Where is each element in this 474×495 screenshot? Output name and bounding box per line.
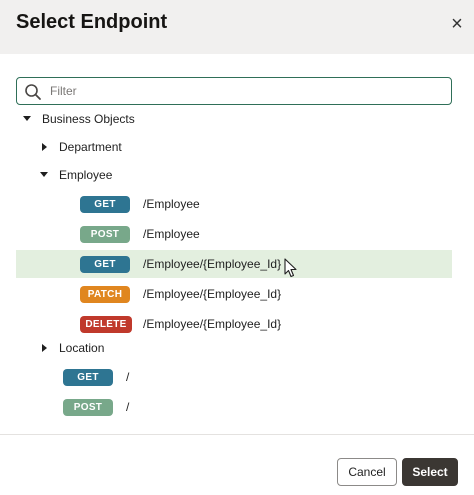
search-icon	[25, 84, 41, 100]
endpoint-path: /Employee	[143, 227, 200, 241]
method-badge-post: POST	[80, 226, 130, 243]
select-button[interactable]: Select	[402, 458, 458, 486]
filter-field[interactable]	[16, 77, 452, 105]
caret-down-icon[interactable]	[22, 113, 34, 125]
method-badge-get: GET	[63, 369, 113, 386]
endpoint-row[interactable]: GET /	[16, 363, 452, 391]
mouse-pointer-icon	[284, 258, 297, 278]
tree-node-label: Employee	[59, 168, 113, 182]
tree-node-business-objects[interactable]: Business Objects	[22, 109, 135, 129]
endpoint-row-selected[interactable]: GET /Employee/{Employee_Id}	[16, 250, 452, 278]
dialog-title: Select Endpoint	[16, 11, 168, 33]
endpoint-path: /	[126, 370, 130, 384]
endpoint-path: /	[126, 400, 130, 414]
endpoint-row[interactable]: POST /Employee	[16, 220, 452, 248]
endpoint-row[interactable]: GET /Employee	[16, 190, 452, 218]
method-badge-delete: DELETE	[80, 316, 132, 333]
endpoint-row[interactable]: PATCH /Employee/{Employee_Id}	[16, 280, 452, 308]
method-badge-post: POST	[63, 399, 113, 416]
endpoint-path: /Employee/{Employee_Id}	[143, 257, 282, 271]
dialog-header: Select Endpoint ×	[0, 0, 474, 54]
method-badge-get: GET	[80, 256, 130, 273]
filter-input[interactable]	[50, 81, 445, 101]
tree-node-label: Business Objects	[42, 112, 135, 126]
tree-node-location[interactable]: Location	[39, 338, 104, 358]
tree-node-label: Location	[59, 341, 105, 355]
caret-right-icon[interactable]	[39, 342, 51, 354]
endpoint-row[interactable]: DELETE /Employee/{Employee_Id}	[16, 310, 452, 338]
endpoint-path: /Employee/{Employee_Id}	[143, 287, 282, 301]
endpoint-row[interactable]: POST /	[16, 393, 452, 421]
caret-right-icon[interactable]	[39, 141, 51, 153]
method-badge-patch: PATCH	[80, 286, 130, 303]
tree-node-employee[interactable]: Employee	[39, 165, 112, 185]
close-icon[interactable]: ×	[446, 14, 468, 36]
method-badge-get: GET	[80, 196, 130, 213]
select-endpoint-dialog: Select Endpoint × Business Objects Depar…	[0, 0, 474, 495]
endpoint-path: /Employee/{Employee_Id}	[143, 317, 282, 331]
footer-divider	[0, 434, 474, 435]
endpoint-path: /Employee	[143, 197, 200, 211]
caret-down-icon[interactable]	[39, 169, 51, 181]
tree-node-label: Department	[59, 140, 122, 154]
tree-node-department[interactable]: Department	[39, 137, 122, 157]
cancel-button[interactable]: Cancel	[337, 458, 397, 486]
